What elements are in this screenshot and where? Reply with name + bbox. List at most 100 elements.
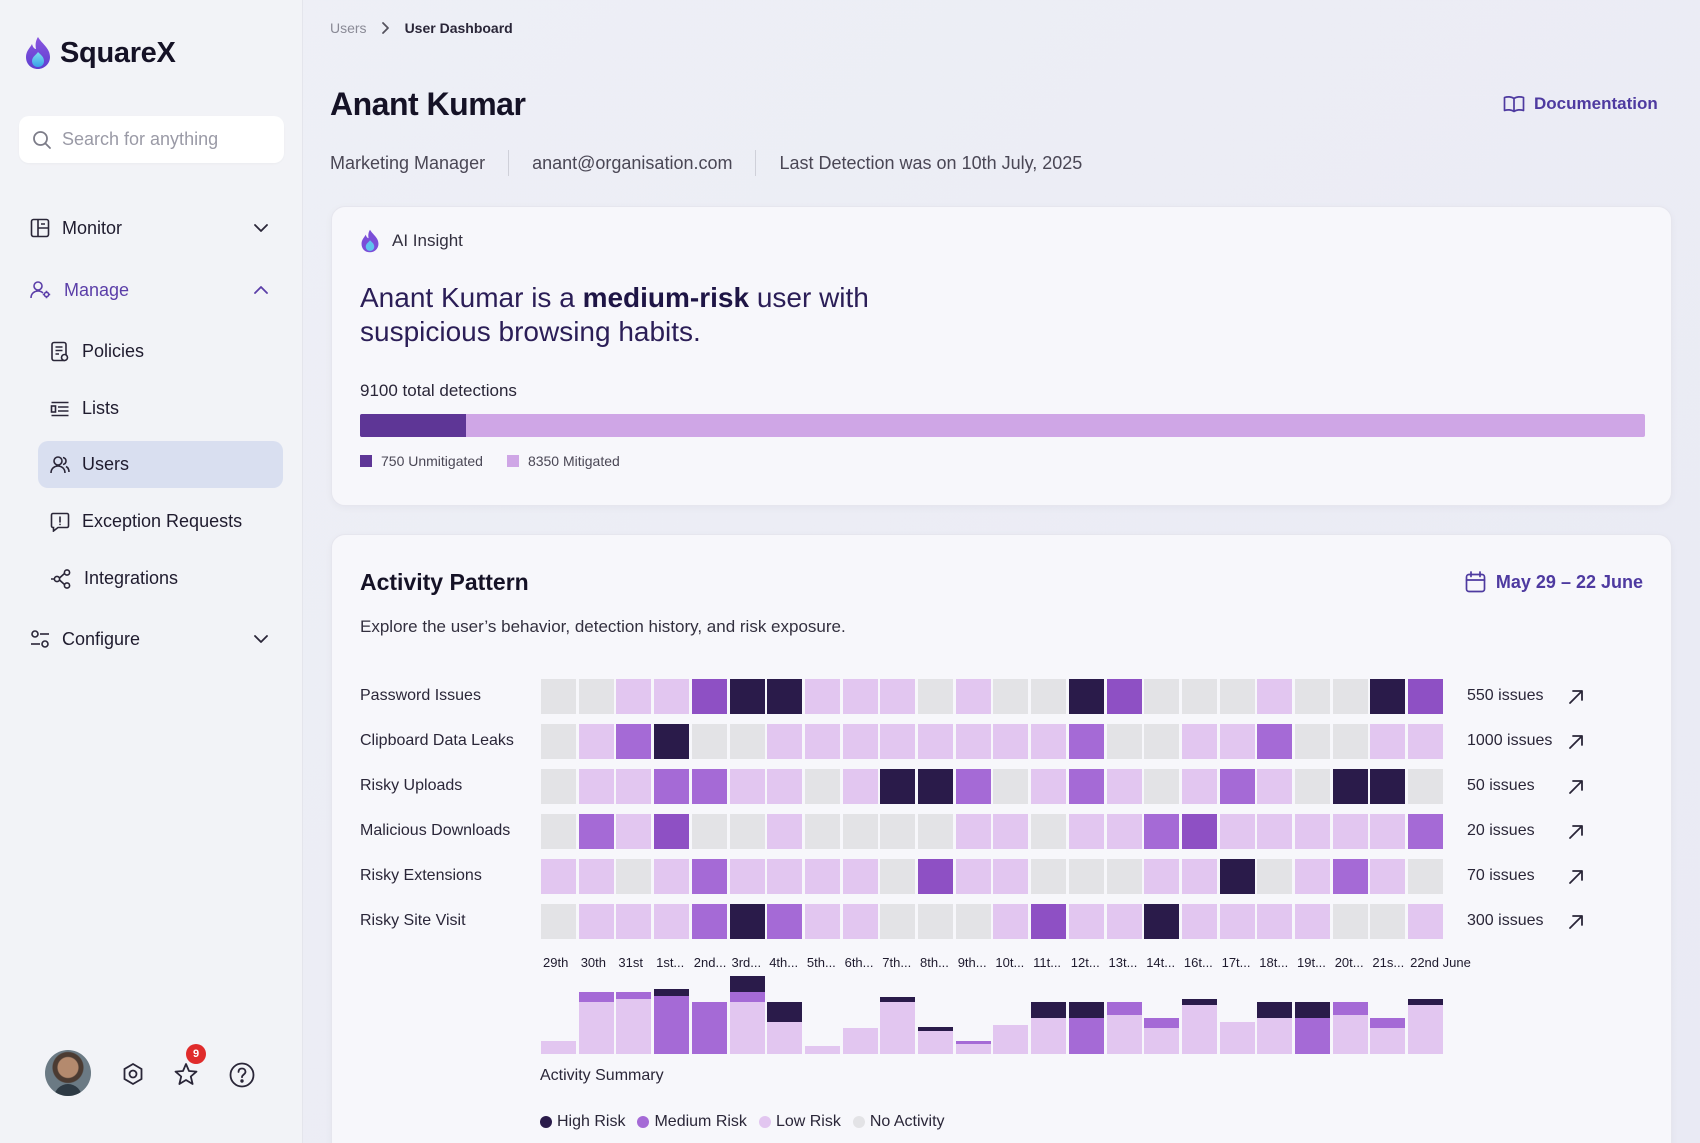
- date-range-picker[interactable]: May 29 – 22 June: [1465, 571, 1643, 593]
- heatmap-cell[interactable]: [1181, 814, 1217, 849]
- heatmap-cell[interactable]: [1408, 859, 1444, 894]
- heatmap-cell[interactable]: [767, 769, 803, 804]
- heatmap-cell[interactable]: [880, 859, 916, 894]
- heatmap-cell[interactable]: [1219, 814, 1255, 849]
- heatmap-cell[interactable]: [1181, 904, 1217, 939]
- heatmap-cell[interactable]: [691, 679, 727, 714]
- heatmap-cell[interactable]: [767, 679, 803, 714]
- heatmap-cell[interactable]: [880, 679, 916, 714]
- star-icon[interactable]: [173, 1062, 199, 1086]
- heatmap-cell[interactable]: [691, 904, 727, 939]
- heatmap-cell[interactable]: [654, 859, 690, 894]
- heatmap-cell[interactable]: [729, 814, 765, 849]
- heatmap-cell[interactable]: [616, 679, 652, 714]
- heatmap-cell[interactable]: [1332, 724, 1368, 759]
- heatmap-cell[interactable]: [1370, 859, 1406, 894]
- heatmap-cell[interactable]: [1181, 769, 1217, 804]
- heatmap-cell[interactable]: [1257, 859, 1293, 894]
- heatmap-cell[interactable]: [1257, 724, 1293, 759]
- heatmap-cell[interactable]: [1219, 859, 1255, 894]
- heatmap-cell[interactable]: [1332, 769, 1368, 804]
- arrow-up-right-icon[interactable]: [1567, 823, 1585, 841]
- arrow-up-right-icon[interactable]: [1567, 688, 1585, 706]
- heatmap-cell[interactable]: [1257, 904, 1293, 939]
- heatmap-cell[interactable]: [880, 769, 916, 804]
- heatmap-cell[interactable]: [578, 904, 614, 939]
- heatmap-cell[interactable]: [1144, 859, 1180, 894]
- heatmap-cell[interactable]: [616, 904, 652, 939]
- heatmap-cell[interactable]: [654, 904, 690, 939]
- heatmap-cell[interactable]: [616, 769, 652, 804]
- heatmap-cell[interactable]: [1257, 769, 1293, 804]
- nav-monitor[interactable]: Monitor: [30, 208, 270, 248]
- heatmap-cell[interactable]: [1370, 769, 1406, 804]
- heatmap-cell[interactable]: [1068, 859, 1104, 894]
- heatmap-cell[interactable]: [1144, 679, 1180, 714]
- heatmap-cell[interactable]: [1408, 679, 1444, 714]
- heatmap-cell[interactable]: [1181, 859, 1217, 894]
- heatmap-cell[interactable]: [918, 904, 953, 939]
- heatmap-cell[interactable]: [1408, 904, 1444, 939]
- heatmap-cell[interactable]: [1332, 904, 1368, 939]
- heatmap-cell[interactable]: [918, 859, 953, 894]
- heatmap-cell[interactable]: [804, 769, 840, 804]
- heatmap-cell[interactable]: [654, 724, 690, 759]
- heatmap-cell[interactable]: [767, 814, 803, 849]
- heatmap-cell[interactable]: [654, 814, 690, 849]
- heatmap-cell[interactable]: [1106, 904, 1142, 939]
- heatmap-cell[interactable]: [654, 769, 690, 804]
- heatmap-cell[interactable]: [993, 769, 1029, 804]
- heatmap-cell[interactable]: [993, 679, 1029, 714]
- heatmap-cell[interactable]: [729, 859, 765, 894]
- heatmap-cell[interactable]: [1068, 904, 1104, 939]
- heatmap-cell[interactable]: [1219, 769, 1255, 804]
- heatmap-cell[interactable]: [729, 724, 765, 759]
- heatmap-cell[interactable]: [1408, 724, 1444, 759]
- heatmap-cell[interactable]: [993, 814, 1029, 849]
- heatmap-cell[interactable]: [1106, 814, 1142, 849]
- heatmap-cell[interactable]: [804, 814, 840, 849]
- nav-configure[interactable]: Configure: [30, 619, 270, 659]
- heatmap-cell[interactable]: [654, 679, 690, 714]
- sidebar-item-exception-requests[interactable]: Exception Requests: [38, 498, 283, 545]
- heatmap-cell[interactable]: [842, 814, 878, 849]
- heatmap-cell[interactable]: [616, 859, 652, 894]
- heatmap-cell[interactable]: [880, 814, 916, 849]
- heatmap-cell[interactable]: [1295, 679, 1330, 714]
- app-logo[interactable]: SquareX: [24, 36, 176, 70]
- heatmap-cell[interactable]: [1257, 814, 1293, 849]
- avatar[interactable]: [45, 1050, 91, 1096]
- heatmap-cell[interactable]: [918, 769, 953, 804]
- heatmap-cell[interactable]: [1106, 724, 1142, 759]
- heatmap-cell[interactable]: [955, 724, 991, 759]
- heatmap-cell[interactable]: [1295, 859, 1330, 894]
- heatmap-cell[interactable]: [880, 724, 916, 759]
- heatmap-cell[interactable]: [1257, 679, 1293, 714]
- heatmap-cell[interactable]: [1370, 679, 1406, 714]
- heatmap-cell[interactable]: [1031, 859, 1067, 894]
- heatmap-cell[interactable]: [541, 904, 576, 939]
- heatmap-cell[interactable]: [541, 814, 576, 849]
- heatmap-cell[interactable]: [1370, 724, 1406, 759]
- heatmap-cell[interactable]: [1332, 859, 1368, 894]
- heatmap-cell[interactable]: [691, 814, 727, 849]
- heatmap-cell[interactable]: [1068, 724, 1104, 759]
- heatmap-cell[interactable]: [842, 769, 878, 804]
- heatmap-cell[interactable]: [955, 814, 991, 849]
- heatmap-cell[interactable]: [1068, 769, 1104, 804]
- heatmap-cell[interactable]: [1144, 724, 1180, 759]
- heatmap-cell[interactable]: [691, 724, 727, 759]
- heatmap-cell[interactable]: [1295, 724, 1330, 759]
- heatmap-cell[interactable]: [578, 724, 614, 759]
- heatmap-cell[interactable]: [541, 859, 576, 894]
- heatmap-cell[interactable]: [1332, 814, 1368, 849]
- heatmap-cell[interactable]: [842, 904, 878, 939]
- heatmap-cell[interactable]: [1408, 814, 1444, 849]
- heatmap-cell[interactable]: [918, 679, 953, 714]
- arrow-up-right-icon[interactable]: [1567, 733, 1585, 751]
- heatmap-cell[interactable]: [1031, 814, 1067, 849]
- heatmap-cell[interactable]: [1295, 769, 1330, 804]
- heatmap-cell[interactable]: [729, 769, 765, 804]
- heatmap-cell[interactable]: [1295, 814, 1330, 849]
- heatmap-cell[interactable]: [1106, 859, 1142, 894]
